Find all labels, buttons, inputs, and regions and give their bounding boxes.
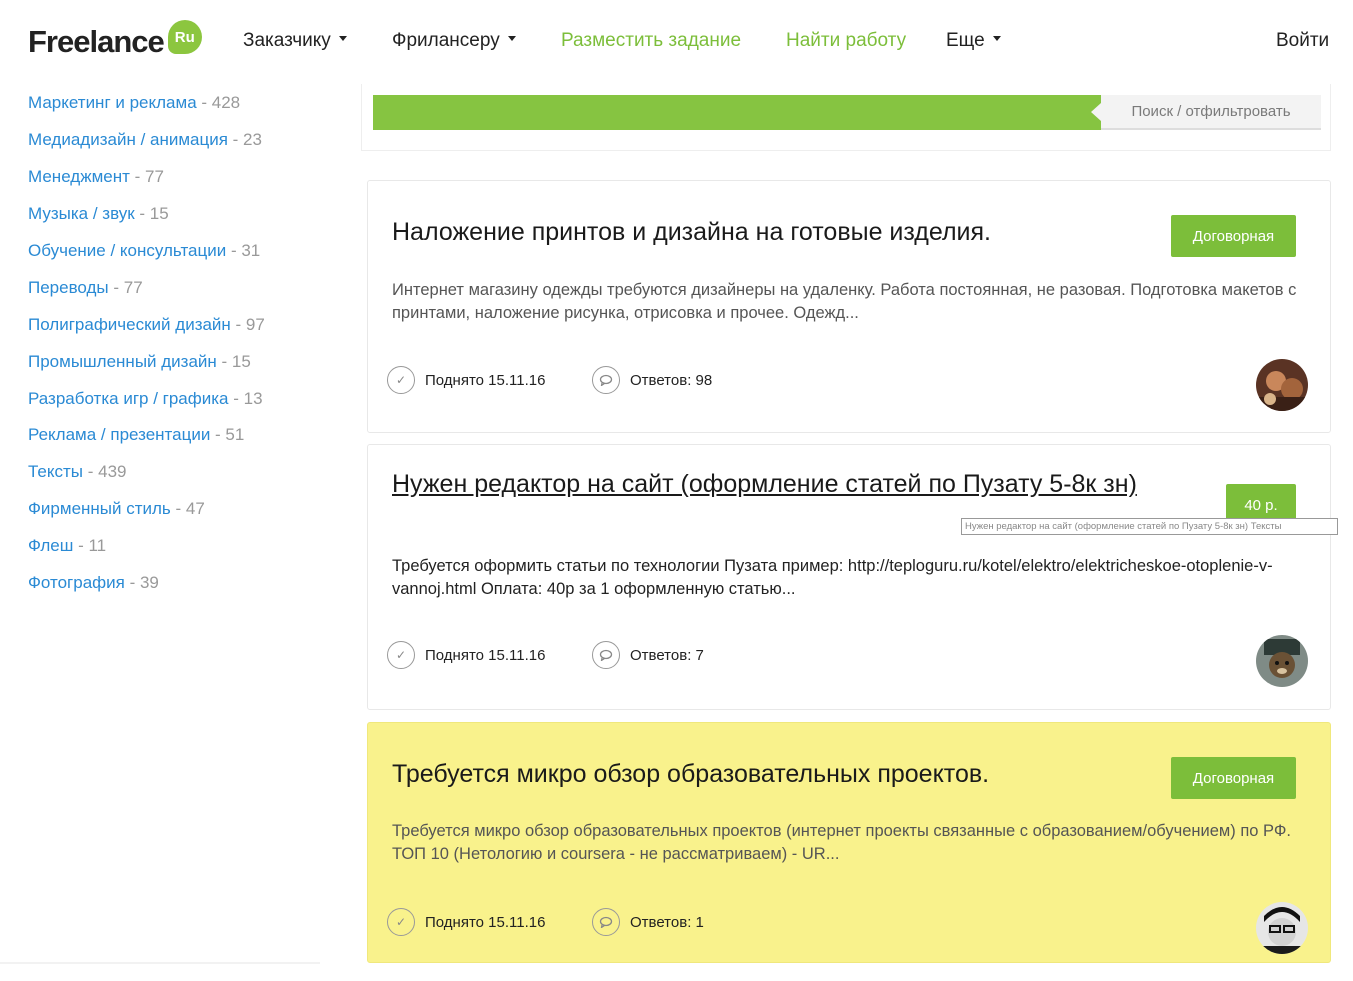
sidebar-item-ads[interactable]: Реклама / презентации - 51 — [28, 420, 244, 450]
comment-icon — [592, 366, 620, 394]
comment-icon — [592, 908, 620, 936]
sidebar-item-management[interactable]: Менеджмент - 77 — [28, 162, 164, 192]
raised-label: Поднято 15.11.16 — [425, 913, 546, 931]
raised-date: ✓ Поднято 15.11.16 — [387, 366, 545, 394]
sidebar-item-branding[interactable]: Фирменный стиль - 47 — [28, 494, 205, 524]
category-name: Промышленный дизайн — [28, 352, 217, 371]
category-name: Маркетинг и реклама — [28, 93, 197, 112]
category-name: Переводы — [28, 278, 109, 297]
login-link[interactable]: Войти — [1276, 28, 1329, 54]
comment-icon — [592, 641, 620, 669]
category-count: - 97 — [230, 315, 265, 334]
project-title[interactable]: Нужен редактор на сайт (оформление стате… — [392, 467, 1172, 501]
category-count: - 77 — [129, 167, 164, 186]
category-count: - 13 — [228, 389, 263, 408]
filter-search-button[interactable]: Поиск / отфильтровать — [1091, 95, 1321, 130]
logo[interactable]: Freelance Ru — [28, 20, 202, 64]
logo-text: Freelance — [28, 24, 165, 59]
replies-label: Ответов: 7 — [630, 646, 704, 664]
project-description: Требуется микро обзор образовательных пр… — [392, 822, 1291, 863]
user-avatar[interactable] — [1256, 635, 1308, 687]
category-count: - 15 — [134, 204, 169, 223]
category-count: - 39 — [124, 573, 159, 592]
project-card[interactable]: Нужен редактор на сайт (оформление стате… — [367, 444, 1331, 710]
sidebar-item-print-design[interactable]: Полиграфический дизайн - 97 — [28, 310, 265, 340]
replies-count: Ответов: 7 — [592, 641, 704, 669]
category-name: Полиграфический дизайн — [28, 315, 231, 334]
nav-more-label: Еще — [946, 30, 985, 51]
check-icon: ✓ — [387, 641, 415, 669]
chevron-down-icon — [507, 36, 516, 42]
price-badge[interactable]: Договорная — [1171, 215, 1296, 257]
category-count: - 11 — [73, 536, 107, 555]
raised-label: Поднято 15.11.16 — [425, 371, 546, 389]
replies-count: Ответов: 1 — [592, 908, 704, 936]
project-title[interactable]: Наложение принтов и дизайна на готовые и… — [392, 215, 1172, 249]
sidebar-item-photo[interactable]: Фотография - 39 — [28, 568, 159, 598]
raised-date: ✓ Поднято 15.11.16 — [387, 641, 545, 669]
sidebar-item-music[interactable]: Музыка / звук - 15 — [28, 199, 169, 229]
sidebar-item-game-dev[interactable]: Разработка игр / графика - 13 — [28, 384, 263, 414]
nav-customer[interactable]: Заказчику — [243, 28, 347, 54]
category-count: - 15 — [216, 352, 251, 371]
logo-badge: Ru — [167, 20, 202, 54]
category-name: Тексты — [28, 462, 84, 481]
user-avatar[interactable] — [1256, 902, 1308, 954]
nav-post-task[interactable]: Разместить задание — [561, 28, 741, 54]
replies-label: Ответов: 98 — [630, 371, 713, 389]
sidebar-item-marketing[interactable]: Маркетинг и реклама - 428 — [28, 88, 240, 118]
category-name: Фотография — [28, 573, 125, 592]
sidebar-item-industrial-design[interactable]: Промышленный дизайн - 15 — [28, 347, 251, 377]
replies-count: Ответов: 98 — [592, 366, 712, 394]
header: Freelance Ru Заказчику Фрилансеру Размес… — [0, 0, 1353, 84]
category-name: Фирменный стиль — [28, 499, 171, 518]
category-name: Обучение / консультации — [28, 241, 227, 260]
filter-panel: Поиск / отфильтровать — [361, 84, 1331, 151]
category-name: Реклама / презентации — [28, 425, 211, 444]
price-badge[interactable]: Договорная — [1171, 757, 1296, 799]
sidebar-item-translations[interactable]: Переводы - 77 — [28, 273, 143, 303]
category-count: - 31 — [226, 241, 261, 260]
chevron-down-icon — [992, 36, 1001, 42]
category-name: Медиадизайн / анимация — [28, 130, 228, 149]
category-count: - 77 — [108, 278, 143, 297]
sidebar-item-education[interactable]: Обучение / консультации - 31 — [28, 236, 260, 266]
user-avatar[interactable] — [1256, 359, 1308, 411]
sidebar-item-texts[interactable]: Тексты - 439 — [28, 457, 127, 487]
category-name: Флеш — [28, 536, 74, 555]
project-description: Требуется оформить статьи по технологии … — [392, 557, 1273, 598]
raised-label: Поднято 15.11.16 — [425, 646, 546, 664]
nav-freelancer-label: Фрилансеру — [392, 30, 500, 51]
raised-date: ✓ Поднято 15.11.16 — [387, 908, 545, 936]
project-card[interactable]: Наложение принтов и дизайна на готовые и… — [367, 180, 1331, 433]
chevron-down-icon — [338, 36, 347, 42]
sidebar-item-flash[interactable]: Флеш - 11 — [28, 531, 106, 561]
category-name: Разработка игр / графика — [28, 389, 229, 408]
divider — [0, 962, 320, 964]
replies-label: Ответов: 1 — [630, 913, 704, 931]
check-icon: ✓ — [387, 366, 415, 394]
category-name: Менеджмент — [28, 167, 130, 186]
sidebar-item-mediadesign[interactable]: Медиадизайн / анимация - 23 — [28, 125, 262, 155]
category-name: Музыка / звук — [28, 204, 135, 223]
project-description: Интернет магазину одежды требуются дизай… — [392, 281, 1297, 322]
filter-bar: Поиск / отфильтровать — [373, 95, 1321, 130]
category-count: - 47 — [170, 499, 205, 518]
project-card[interactable]: Требуется микро обзор образовательных пр… — [367, 722, 1331, 963]
check-icon: ✓ — [387, 908, 415, 936]
nav-freelancer[interactable]: Фрилансеру — [392, 28, 516, 54]
category-count: - 23 — [227, 130, 262, 149]
category-count: - 428 — [196, 93, 241, 112]
title-tooltip: Нужен редактор на сайт (оформление стате… — [961, 518, 1338, 535]
category-count: - 439 — [83, 462, 127, 481]
nav-customer-label: Заказчику — [243, 30, 331, 51]
nav-more[interactable]: Еще — [946, 28, 1001, 54]
category-count: - 51 — [210, 425, 245, 444]
project-title[interactable]: Требуется микро обзор образовательных пр… — [392, 757, 1172, 791]
nav-find-work[interactable]: Найти работу — [786, 28, 906, 54]
